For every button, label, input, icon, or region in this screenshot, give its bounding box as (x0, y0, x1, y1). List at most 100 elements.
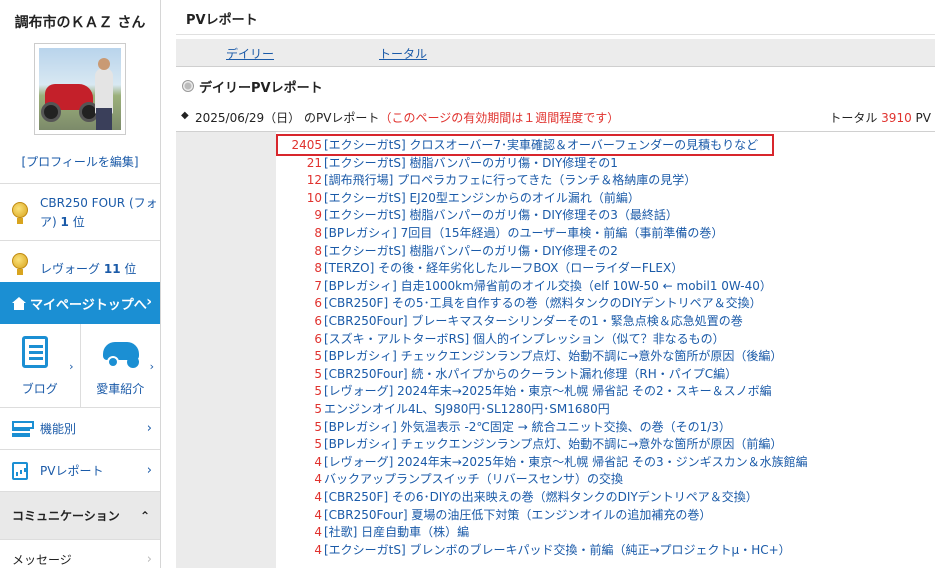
entry-title-link[interactable]: [エクシーガtS] 樹脂バンパーのガリ傷・DIY修理その3（最終話） (324, 208, 678, 222)
pv-count: 10 (306, 190, 322, 205)
pv-count: 4 (314, 490, 322, 504)
chevron-right-icon: › (146, 294, 152, 310)
list-item[interactable]: 4 [社歌] 日産自動車（株）編 (276, 523, 469, 541)
pv-count: 8 (314, 261, 322, 276)
entry-title-link[interactable]: [BPレガシィ] 自走1000km帰省前のオイル交換（elf 10W-50 ← … (324, 279, 772, 293)
pv-count: 6 (314, 331, 322, 346)
list-item[interactable]: 8 [TERZO] その後・経年劣化したルーフBOX（ローライダーFLEX） (276, 259, 683, 277)
pv-count: 8 (314, 243, 322, 258)
list-item[interactable]: 6 [スズキ・アルトターボRS] 個人的インプレッション（似て？非なるもの） (276, 330, 725, 348)
ranking-label: CBR250 FOUR (フォア) (40, 196, 158, 229)
entry-title-link[interactable]: エンジンオイル4L、SJ980円･SL1280円･SM1680円 (324, 402, 610, 416)
ranking-label: レヴォーグ (40, 262, 101, 276)
entry-title-link[interactable]: バックアップランプスイッチ（リバースセンサ）の交換 (324, 472, 623, 486)
pv-count: 4 (314, 507, 322, 522)
pv-count: 6 (314, 296, 322, 311)
blog-button[interactable]: › ブログ (0, 324, 81, 407)
list-item[interactable]: 6 [CBR250F] その5･工具を自作するの巻（燃料タンクのDIYデントリペア… (276, 294, 762, 312)
entry-title-link[interactable]: [スズキ・アルトターボRS] 個人的インプレッション（似て？非なるもの） (324, 332, 725, 346)
list-item[interactable]: 8 [BPレガシィ] 7回目（15年経過）のユーザー車検・前編（事前準備の巻） (276, 224, 723, 242)
chevron-up-icon: ⌃ (139, 508, 150, 523)
list-item[interactable]: 5 [BPレガシィ] チェックエンジンランプ点灯、始動不調に→意外な箇所が原因（後… (276, 347, 782, 365)
entry-title-link[interactable]: [レヴォーグ] 2024年末→2025年始・東京～札幌 帰省記 その3・ジンギス… (324, 455, 808, 469)
sidebar-item-features[interactable]: 機能別 › (0, 408, 160, 450)
ranking-number: 11 (103, 262, 121, 276)
list-item[interactable]: 5 [BPレガシィ] 外気温表示 -2℃固定 → 統合ユニット交換、の巻（その1/… (276, 418, 731, 436)
entry-title-link[interactable]: [エクシーガtS] ブレンボのブレーキパッド交換・前編（純正→プロジェクトμ・H… (324, 543, 791, 557)
pv-count: 8 (314, 226, 322, 240)
blog-car-grid: › ブログ › 愛車紹介 (0, 324, 160, 408)
list-item[interactable]: 4 [CBR250Four] 夏場の油圧低下対策（エンジンオイルの追加補充の巻） (276, 506, 711, 524)
entry-title-link[interactable]: [エクシーガtS] EJ20型エンジンからのオイル漏れ（前編） (324, 191, 640, 205)
community-section[interactable]: コミュニケーション ⌃ (0, 492, 160, 540)
pv-count: 5 (314, 349, 322, 364)
list-item[interactable]: 4 [CBR250F] その6･DIYの出来映えの巻（燃料タンクのDIYデントリペ… (276, 488, 758, 506)
user-name: 調布市のＫＡＺ さん (14, 15, 146, 31)
sidebar-item-pv-report[interactable]: PVレポート › (0, 450, 160, 492)
list-item[interactable]: 5 [BPレガシィ] チェックエンジンランプ点灯、始動不調に→意外な箇所が原因（前… (276, 435, 782, 453)
page-title: PVレポート (176, 0, 935, 35)
sidebar-item-messages[interactable]: メッセージ › (0, 540, 160, 568)
ranking-item-cbr250[interactable]: CBR250 FOUR (フォア) 1 位 (0, 183, 160, 240)
list-item[interactable]: 6 [CBR250Four] ブレーキマスターシリンダーその1・緊急点検＆応急処置… (276, 312, 743, 330)
main-content: PVレポート デイリー トータル デイリーPVレポート ◆ 2025/06/29… (176, 0, 935, 568)
diamond-icon: ◆ (181, 110, 189, 121)
entry-title-link[interactable]: [CBR250Four] ブレーキマスターシリンダーその1・緊急点検＆応急処置の… (324, 314, 743, 328)
report-date-line: 2025/06/29（日） のPVレポート（このページの有効期間は１週間程度です… (195, 109, 619, 126)
entry-title-link[interactable]: [エクシーガtS] 樹脂バンパーのガリ傷・DIY修理その1 (324, 156, 618, 170)
total-value: 3910 (881, 111, 912, 125)
list-item[interactable]: 5 エンジンオイル4L、SJ980円･SL1280円･SM1680円 (276, 400, 610, 418)
entry-title-link[interactable]: [CBR250F] その5･工具を自作するの巻（燃料タンクのDIYデントリペア＆… (324, 296, 762, 310)
entry-title-link[interactable]: [レヴォーグ] 2024年末→2025年始・東京～札幌 帰省記 その2・スキー＆… (324, 384, 772, 398)
pv-count: 21 (306, 155, 322, 170)
pv-count: 4 (314, 542, 322, 557)
chevron-right-icon: › (149, 360, 154, 373)
pv-count: 4 (314, 472, 322, 487)
pv-count: 9 (314, 208, 322, 223)
list-icon (12, 420, 34, 437)
radio-icon (182, 80, 194, 92)
list-item[interactable]: 4 [エクシーガtS] ブレンボのブレーキパッド交換・前編（純正→プロジェクトμ・… (276, 541, 791, 559)
car-icon (102, 342, 139, 368)
ranking-item-levorg[interactable]: レヴォーグ 11 位 (0, 240, 160, 282)
profile-edit-link[interactable]: [プロフィールを編集] (0, 153, 160, 175)
chart-icon (12, 461, 28, 480)
list-item[interactable]: 7 [BPレガシィ] 自走1000km帰省前のオイル交換（elf 10W-50 ←… (276, 277, 772, 295)
community-label: コミュニケーション (12, 509, 120, 523)
sidebar: 調布市のＫＡＺ さん [プロフィールを編集] CBR250 FOUR (フォア)… (0, 0, 161, 568)
medal-icon (12, 253, 28, 275)
pv-count: 5 (314, 402, 322, 416)
entry-title-link[interactable]: [BPレガシィ] 外気温表示 -2℃固定 → 統合ユニット交換、の巻（その1/3… (324, 420, 731, 434)
list-item[interactable]: 12 [調布飛行場] プロペラカフェに行ってきた（ランチ＆格納庫の見学） (276, 171, 697, 189)
entry-title-link[interactable]: [CBR250Four] 続・水パイプからのクーラント漏れ修理（RH・パイプC編… (324, 367, 737, 381)
entry-title-link[interactable]: [BPレガシィ] 7回目（15年経過）のユーザー車検・前編（事前準備の巻） (324, 226, 723, 240)
pv-count: 5 (314, 419, 322, 434)
list-item[interactable]: 4 バックアップランプスイッチ（リバースセンサ）の交換 (276, 470, 623, 488)
list-item[interactable]: 4 [レヴォーグ] 2024年末→2025年始・東京～札幌 帰省記 その3・ジンギ… (276, 453, 808, 471)
avatar[interactable] (34, 43, 126, 135)
entry-title-link[interactable]: [BPレガシィ] チェックエンジンランプ点灯、始動不調に→意外な箇所が原因（後編… (324, 349, 782, 363)
entry-title-link[interactable]: [調布飛行場] プロペラカフェに行ってきた（ランチ＆格納庫の見学） (324, 173, 696, 187)
total-unit: PV (915, 111, 931, 125)
list-item[interactable]: 5 [レヴォーグ] 2024年末→2025年始・東京～札幌 帰省記 その2・スキー… (276, 382, 772, 400)
total-pv: トータル 3910 PV (829, 109, 931, 126)
entry-title-link[interactable]: [BPレガシィ] チェックエンジンランプ点灯、始動不調に→意外な箇所が原因（前編… (324, 437, 782, 451)
entry-title-link[interactable]: [CBR250F] その6･DIYの出来映えの巻（燃料タンクのDIYデントリペア… (324, 490, 758, 504)
tab-total[interactable]: トータル (379, 45, 427, 62)
list-item[interactable]: 21 [エクシーガtS] 樹脂バンパーのガリ傷・DIY修理その1 (276, 154, 618, 172)
list-item[interactable]: 8 [エクシーガtS] 樹脂バンパーのガリ傷・DIY修理その2 (276, 242, 618, 260)
car-button[interactable]: › 愛車紹介 (81, 324, 161, 407)
mypage-top-button[interactable]: マイページトップへ › (0, 282, 160, 324)
list-item[interactable]: 9 [エクシーガtS] 樹脂バンパーのガリ傷・DIY修理その3（最終話） (276, 206, 678, 224)
entry-title-link[interactable]: [TERZO] その後・経年劣化したルーフBOX（ローライダーFLEX） (324, 261, 683, 275)
features-label: 機能別 (40, 422, 77, 436)
entry-title-link[interactable]: [CBR250Four] 夏場の油圧低下対策（エンジンオイルの追加補充の巻） (324, 508, 711, 522)
ranking-suffix: 位 (124, 262, 137, 276)
tab-daily[interactable]: デイリー (226, 45, 274, 62)
entry-title-link[interactable]: [社歌] 日産自動車（株）編 (324, 525, 469, 539)
list-item[interactable]: 10 [エクシーガtS] EJ20型エンジンからのオイル漏れ（前編） (276, 189, 640, 207)
chevron-right-icon: › (146, 463, 152, 478)
blog-icon (22, 336, 48, 368)
entry-title-link[interactable]: [エクシーガtS] 樹脂バンパーのガリ傷・DIY修理その2 (324, 244, 618, 258)
list-item[interactable]: 5 [CBR250Four] 続・水パイプからのクーラント漏れ修理（RH・パイプC… (276, 365, 737, 383)
